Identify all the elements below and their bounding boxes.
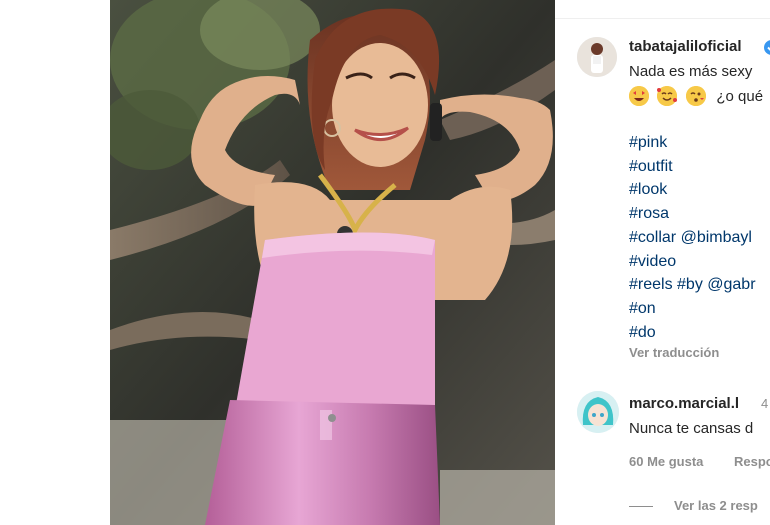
author-avatar[interactable] [577, 37, 617, 77]
author-username[interactable]: tabatajaliloficial [629, 38, 742, 55]
commenter-avatar[interactable] [577, 391, 619, 433]
kissing-heart-emoji-icon [685, 86, 706, 106]
post-video[interactable] [110, 0, 555, 525]
caption-emojis: ¿o qué [629, 86, 763, 108]
hashtag-link[interactable]: #do [629, 324, 656, 342]
hashtag-link[interactable]: #video [629, 253, 676, 271]
hashtag-link[interactable]: #outfit [629, 158, 673, 176]
star-struck-emoji-icon [629, 86, 649, 106]
comment-text: Nunca te cansas d [629, 420, 754, 437]
comment-likes-button[interactable]: 60 Me gusta [629, 454, 703, 469]
video-frame [110, 0, 555, 525]
hashtag-link[interactable]: #rosa [629, 205, 669, 223]
hashtag-link[interactable]: #look [629, 181, 667, 199]
reply-button[interactable]: Respo [734, 454, 770, 469]
comment-time: 4 [761, 396, 769, 411]
caption-text-continued: ¿o qué [716, 87, 764, 105]
replies-divider [629, 506, 653, 507]
see-translation-button[interactable]: Ver traducción [629, 345, 719, 360]
post-side-panel: tabatajaliloficial Nada es más sexy ¿o q… [555, 0, 770, 525]
view-replies-button[interactable]: Ver las 2 resp [674, 498, 758, 513]
verified-badge-icon [764, 40, 770, 55]
commenter-username[interactable]: marco.marcial.l [629, 395, 739, 412]
caption-text: Nada es más sexy [629, 63, 753, 80]
hashtag-link[interactable]: #collar @bimbayl [629, 229, 752, 247]
page-background [0, 0, 110, 525]
hashtag-link[interactable]: #reels #by @gabr [629, 276, 756, 294]
smiling-hearts-emoji-icon [657, 86, 678, 106]
hashtag-link[interactable]: #pink [629, 134, 667, 152]
divider [555, 18, 770, 19]
hashtag-link[interactable]: #on [629, 300, 656, 318]
emoji-icon [581, 0, 607, 4]
